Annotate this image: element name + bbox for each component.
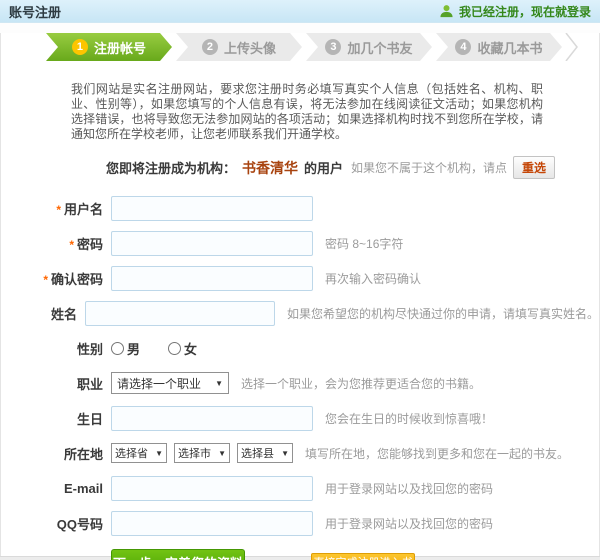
- gender-label: 性别: [77, 342, 103, 357]
- next-step-button[interactable]: 下一步，完善您的资料: [111, 549, 245, 560]
- county-selected-value: 选择县: [241, 445, 274, 461]
- stepper: 1 注册帐号 2 上传头像 3 加几个书友 4 收藏几本书: [46, 33, 599, 61]
- occupation-label: 职业: [77, 377, 103, 392]
- login-link-label: 我已经注册，现在就登录: [459, 3, 591, 20]
- form-row-qq: QQ号码 用于登录网站以及找回您的密码: [1, 510, 599, 536]
- gender-female-radio[interactable]: [168, 342, 181, 355]
- required-mark: *: [43, 273, 48, 287]
- chevron-down-icon: ▼: [218, 449, 226, 458]
- birthday-input[interactable]: [111, 406, 313, 431]
- intro-text: 我们网站是实名注册网站，要求您注册时务必填写真实个人信息（包括姓名、机构、职业、…: [71, 82, 543, 142]
- chevron-down-icon: ▼: [281, 449, 289, 458]
- password-input[interactable]: [111, 231, 313, 256]
- finish-registration-button[interactable]: 直接完成注册进入书房: [311, 553, 415, 560]
- form-row-location: 所在地 选择省 ▼ 选择市 ▼ 选择县 ▼ 填写所在地，您能够找到更多和您在一起…: [1, 440, 599, 466]
- org-suffix: 的用户: [304, 158, 343, 177]
- realname-hint: 如果您希望您的机构尽快通过你的申请，请填写真实姓名。: [287, 305, 599, 322]
- province-select[interactable]: 选择省 ▼: [111, 443, 167, 463]
- location-label: 所在地: [64, 447, 103, 462]
- step-2-label: 上传头像: [224, 38, 276, 57]
- form-row-email: E-mail 用于登录网站以及找回您的密码: [1, 475, 599, 501]
- form-row-username: *用户名: [1, 195, 599, 221]
- step-3-number: 3: [325, 39, 341, 55]
- chevron-down-icon: ▼: [155, 449, 163, 458]
- birthday-hint: 您会在生日的时候收到惊喜哦！: [325, 410, 493, 427]
- required-mark: *: [69, 238, 74, 252]
- footer-strip: [0, 556, 600, 560]
- org-note: 如果您不属于这个机构，请点: [351, 159, 507, 176]
- gender-male-label: 男: [127, 339, 140, 358]
- form-row-password: *密码 密码 8~16字符: [1, 230, 599, 256]
- county-select[interactable]: 选择县 ▼: [237, 443, 293, 463]
- org-name: 书香清华: [242, 158, 298, 178]
- gender-male-option[interactable]: 男: [111, 339, 140, 358]
- qq-label: QQ号码: [57, 517, 103, 532]
- email-input[interactable]: [111, 476, 313, 501]
- required-mark: *: [56, 203, 61, 217]
- step-collect-books: 4 收藏几本书: [436, 33, 562, 61]
- step-add-friends: 3 加几个书友: [306, 33, 432, 61]
- password-label: 密码: [77, 237, 103, 252]
- registration-form: *用户名 *密码 密码 8~16字符 *确认密码 再次输入密码确认 姓名 如果您…: [1, 195, 599, 536]
- occupation-select[interactable]: 请选择一个职业 ▼: [111, 372, 229, 394]
- top-bar: 账号注册 我已经注册，现在就登录: [0, 0, 600, 23]
- email-hint: 用于登录网站以及找回您的密码: [325, 480, 493, 497]
- form-row-realname: 姓名 如果您希望您的机构尽快通过你的申请，请填写真实姓名。: [1, 300, 599, 326]
- confirm-password-input[interactable]: [111, 266, 313, 291]
- step-1-number: 1: [72, 39, 88, 55]
- qq-input[interactable]: [111, 511, 313, 536]
- location-hint: 填写所在地，您能够找到更多和您在一起的书友。: [305, 445, 569, 462]
- step-register-account: 1 注册帐号: [46, 33, 172, 61]
- stepper-tail-chevron-icon: [565, 33, 579, 61]
- gender-female-option[interactable]: 女: [168, 339, 197, 358]
- step-2-number: 2: [202, 39, 218, 55]
- realname-label: 姓名: [51, 307, 77, 322]
- form-row-birthday: 生日 您会在生日的时候收到惊喜哦！: [1, 405, 599, 431]
- login-link[interactable]: 我已经注册，现在就登录: [439, 3, 591, 20]
- realname-input[interactable]: [85, 301, 275, 326]
- birthday-label: 生日: [77, 412, 103, 427]
- form-row-occupation: 职业 请选择一个职业 ▼ 选择一个职业，会为您推荐更适合您的书籍。: [1, 370, 599, 396]
- step-4-number: 4: [455, 39, 471, 55]
- gender-male-radio[interactable]: [111, 342, 124, 355]
- province-selected-value: 选择省: [115, 445, 148, 461]
- gender-female-label: 女: [184, 339, 197, 358]
- person-icon: [439, 4, 454, 18]
- qq-hint: 用于登录网站以及找回您的密码: [325, 515, 493, 532]
- step-upload-avatar: 2 上传头像: [176, 33, 302, 61]
- city-selected-value: 选择市: [178, 445, 211, 461]
- step-4-label: 收藏几本书: [477, 38, 542, 57]
- step-1-label: 注册帐号: [94, 38, 146, 57]
- chevron-down-icon: ▼: [215, 379, 223, 388]
- email-label: E-mail: [64, 481, 103, 496]
- confirm-password-hint: 再次输入密码确认: [325, 270, 421, 287]
- occupation-hint: 选择一个职业，会为您推荐更适合您的书籍。: [241, 375, 481, 392]
- username-input[interactable]: [111, 196, 313, 221]
- reselect-button[interactable]: 重选: [513, 156, 555, 179]
- org-prefix: 您即将注册成为机构：: [106, 158, 236, 177]
- content-card: 1 注册帐号 2 上传头像 3 加几个书友 4 收藏几本书 我们网站是实名注册网…: [0, 33, 600, 556]
- occupation-selected-value: 请选择一个职业: [117, 375, 201, 392]
- gender-radio-group: 男 女: [111, 339, 197, 358]
- step-3-label: 加几个书友: [347, 38, 412, 57]
- confirm-password-label: 确认密码: [51, 272, 103, 287]
- form-row-gender: 性别 男 女: [1, 335, 599, 361]
- username-label: 用户名: [64, 202, 103, 217]
- page-title: 账号注册: [9, 2, 61, 21]
- org-line: 您即将注册成为机构： 书香清华 的用户 如果您不属于这个机构，请点 重选: [106, 156, 599, 179]
- registration-page: 账号注册 我已经注册，现在就登录 1 注册帐号 2 上传头像 3 加几个书友: [0, 0, 600, 560]
- form-row-confirm-password: *确认密码 再次输入密码确认: [1, 265, 599, 291]
- city-select[interactable]: 选择市 ▼: [174, 443, 230, 463]
- password-hint: 密码 8~16字符: [325, 235, 403, 252]
